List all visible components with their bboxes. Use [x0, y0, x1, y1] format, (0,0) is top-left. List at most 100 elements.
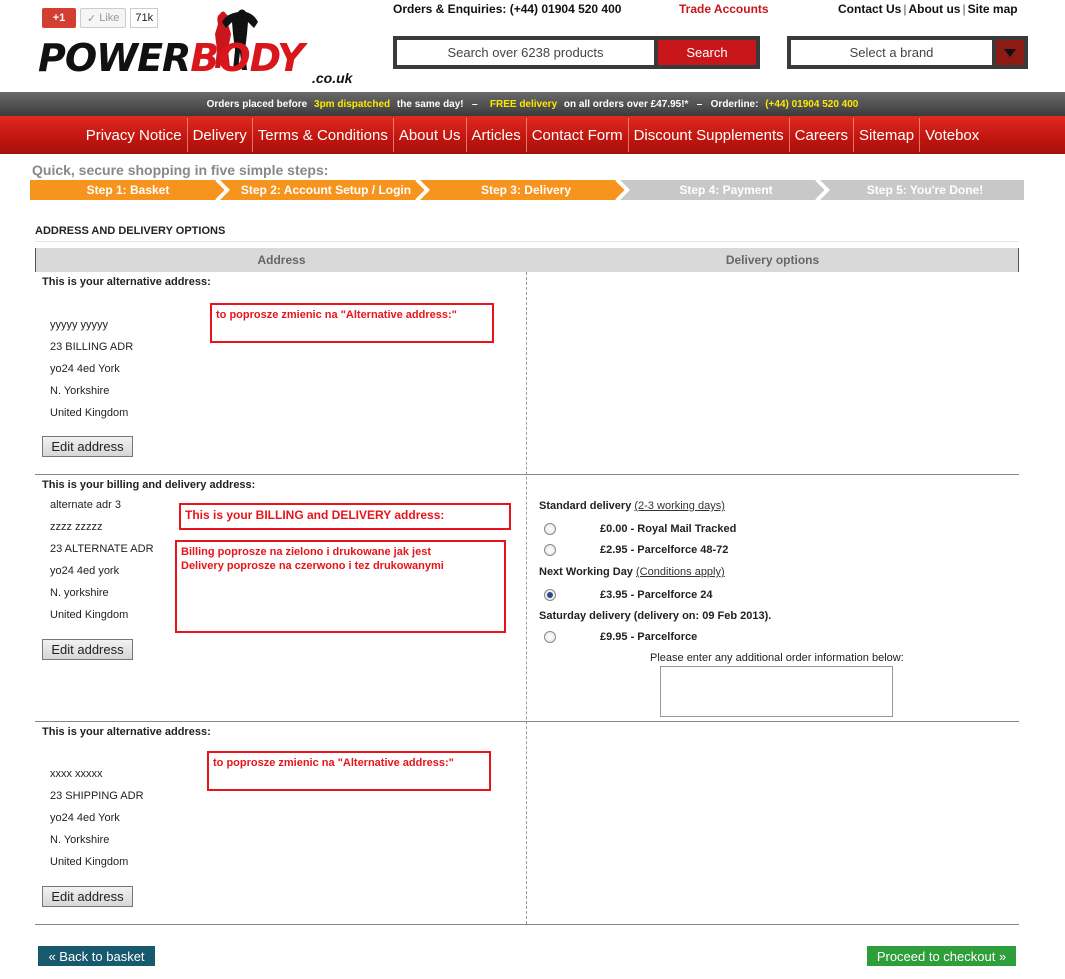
annotation-note: Billing poprosze na zielono i drukowane …: [175, 540, 506, 633]
nav-votebox[interactable]: Votebox: [920, 116, 984, 154]
address-line: 23 BILLING ADR: [50, 341, 134, 353]
standard-delivery-link[interactable]: (2-3 working days): [634, 500, 724, 512]
promo-orderline: (+44) 01904 520 400: [765, 98, 859, 110]
delivery-option-label: £2.95 - Parcelforce 48-72: [600, 544, 729, 556]
delivery-radio[interactable]: [544, 631, 556, 643]
site-logo[interactable]: POWERBODY .co.uk: [38, 8, 388, 88]
delivery-column-header: Delivery options: [725, 253, 820, 267]
promo-dispatch: 3pm dispatched: [314, 98, 391, 110]
address-line: 23 ALTERNATE ADR: [50, 543, 154, 555]
delivery-radio[interactable]: [544, 523, 556, 535]
about-us-link[interactable]: About us: [908, 2, 960, 16]
edit-address-button[interactable]: Edit address: [42, 886, 133, 907]
address-line: yo24 4ed York: [50, 812, 120, 824]
annotation-note: to poprosze zmienic na "Alternative addr…: [207, 751, 491, 791]
delivery-radio[interactable]: [544, 544, 556, 556]
delivery-option-label: £9.95 - Parcelforce: [600, 631, 698, 643]
row-divider: [35, 474, 1019, 475]
promo-text-1: Orders placed before: [206, 98, 311, 110]
nav-about-us[interactable]: About Us: [394, 116, 466, 154]
search-input[interactable]: Search over 6238 products: [397, 40, 654, 65]
promo-bar: Orders placed before 3pm dispatched the …: [0, 92, 1065, 116]
brand-select-value[interactable]: Select a brand: [791, 40, 992, 65]
edit-address-button[interactable]: Edit address: [42, 639, 133, 660]
annotation-note: This is your BILLING and DELIVERY addres…: [179, 503, 511, 530]
delivery-option-label: £0.00 - Royal Mail Tracked: [600, 523, 737, 535]
section-title: ADDRESS AND DELIVERY OPTIONS: [35, 225, 226, 237]
delivery-option[interactable]: £0.00 - Royal Mail Tracked: [544, 523, 736, 535]
address-line: yo24 4ed york: [50, 565, 120, 577]
checkout-steps: Step 1: Basket Step 2: Account Setup / L…: [30, 180, 1024, 200]
back-to-basket-button[interactable]: « Back to basket: [38, 946, 155, 966]
row-divider: [35, 924, 1019, 925]
address-block-title: This is your billing and delivery addres…: [42, 479, 256, 491]
nav-careers[interactable]: Careers: [790, 116, 853, 154]
delivery-radio-selected[interactable]: [544, 589, 556, 601]
nav-delivery[interactable]: Delivery: [188, 116, 252, 154]
promo-free-delivery: FREE delivery: [489, 98, 558, 110]
address-line: N. yorkshire: [50, 587, 109, 599]
order-info-textarea[interactable]: [660, 666, 893, 717]
delivery-option[interactable]: £3.95 - Parcelforce 24: [544, 589, 713, 601]
logo-suffix: .co.uk: [312, 70, 353, 86]
annotation-note: to poprosze zmienic na "Alternative addr…: [210, 303, 494, 343]
table-header: Address Delivery options: [35, 248, 1019, 272]
column-divider: [526, 272, 527, 924]
nav-privacy-notice[interactable]: Privacy Notice: [81, 116, 187, 154]
address-line: 23 SHIPPING ADR: [50, 790, 144, 802]
nav-sitemap[interactable]: Sitemap: [854, 116, 919, 154]
delivery-option-label: £3.95 - Parcelforce 24: [600, 589, 713, 601]
edit-address-button[interactable]: Edit address: [42, 436, 133, 457]
brand-select[interactable]: Select a brand: [787, 36, 1028, 69]
logo-power: POWER: [38, 36, 191, 80]
standard-delivery-label: Standard delivery: [539, 500, 632, 512]
address-line: United Kingdom: [50, 609, 129, 621]
nav-articles[interactable]: Articles: [467, 116, 526, 154]
steps-intro: Quick, secure shopping in five simple st…: [32, 162, 329, 178]
logo-body: BODY: [190, 36, 304, 80]
address-block-title: This is your alternative address:: [42, 726, 211, 738]
address-line: United Kingdom: [50, 407, 129, 419]
address-lines: yyyyy yyyyy 23 BILLING ADR yo24 4ed York…: [50, 314, 133, 424]
step-account[interactable]: Step 2: Account Setup / Login: [226, 180, 426, 200]
top-links: Contact Us | About us | Site map: [838, 2, 1018, 16]
address-line: N. Yorkshire: [50, 834, 110, 846]
delivery-option[interactable]: £9.95 - Parcelforce: [544, 631, 697, 643]
address-line: yo24 4ed York: [50, 363, 120, 375]
order-info-label: Please enter any additional order inform…: [650, 652, 904, 664]
next-day-label: Next Working Day: [539, 566, 633, 578]
address-line: yyyyy yyyyy: [50, 319, 109, 331]
nav-terms[interactable]: Terms & Conditions: [253, 116, 393, 154]
enquiries-phone: Orders & Enquiries: (+44) 01904 520 400: [393, 2, 622, 16]
promo-text-2: the same day! –: [394, 98, 486, 110]
address-line: alternate adr 3: [50, 499, 121, 511]
chevron-down-icon[interactable]: [996, 40, 1024, 65]
address-line: xxxx xxxxx: [50, 768, 103, 780]
nav-contact-form[interactable]: Contact Form: [527, 116, 628, 154]
trade-accounts-link[interactable]: Trade Accounts: [679, 2, 769, 16]
address-line: United Kingdom: [50, 856, 129, 868]
next-day-heading: Next Working Day (Conditions apply): [539, 566, 725, 578]
step-done: Step 5: You're Done!: [866, 183, 984, 197]
row-divider: [35, 721, 1019, 722]
search-button[interactable]: Search: [658, 40, 756, 65]
address-column-header: Address: [257, 253, 306, 267]
standard-delivery-heading: Standard delivery (2-3 working days): [539, 500, 725, 512]
logo-wordmark: POWERBODY: [38, 36, 305, 80]
site-map-link[interactable]: Site map: [968, 2, 1018, 16]
saturday-heading: Saturday delivery (delivery on: 09 Feb 2…: [539, 610, 772, 622]
step-payment: Step 4: Payment: [679, 183, 773, 197]
contact-us-link[interactable]: Contact Us: [838, 2, 901, 16]
address-line: N. Yorkshire: [50, 385, 110, 397]
proceed-to-checkout-button[interactable]: Proceed to checkout »: [867, 946, 1016, 966]
delivery-option[interactable]: £2.95 - Parcelforce 48-72: [544, 544, 728, 556]
annotation-line: Delivery poprosze na czerwono i tez druk…: [181, 560, 444, 572]
annotation-line: Billing poprosze na zielono i drukowane …: [181, 546, 431, 558]
address-lines: alternate adr 3 zzzz zzzzz 23 ALTERNATE …: [50, 494, 154, 626]
next-day-link[interactable]: (Conditions apply): [636, 566, 725, 578]
address-line: zzzz zzzzz: [50, 521, 103, 533]
nav-discount-supplements[interactable]: Discount Supplements: [629, 116, 789, 154]
step-basket[interactable]: Step 1: Basket: [30, 180, 226, 200]
promo-text-3: on all orders over £47.95!* – Orderline:: [561, 98, 762, 110]
address-block-title: This is your alternative address:: [42, 276, 211, 288]
